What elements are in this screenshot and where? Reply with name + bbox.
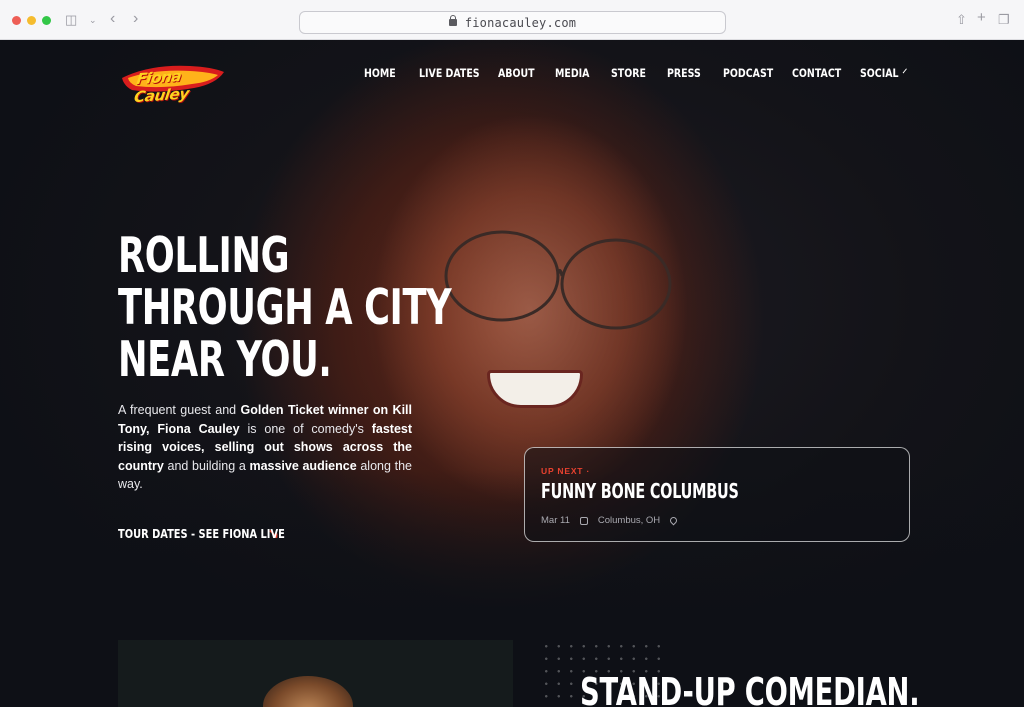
lock-icon: [448, 14, 457, 27]
new-tab-icon[interactable]: +: [977, 10, 986, 26]
tour-dates-label: TOUR DATES - SEE FIONA LIVE: [118, 527, 285, 541]
up-next-kicker: UP NEXT ·: [541, 466, 591, 476]
headline-line-3: NEAR YOU.: [118, 331, 332, 388]
ticket-icon: [579, 516, 588, 525]
nav-media[interactable]: MEDIA: [555, 66, 601, 80]
nav-live-dates[interactable]: LIVE DATES: [419, 66, 484, 80]
intro-bold: massive audience: [249, 458, 357, 473]
intro-text: is one of comedy's: [239, 421, 372, 436]
tour-dates-link[interactable]: TOUR DATES - SEE FIONA LIVE ↘: [118, 526, 285, 542]
main-nav: HOME LIVE DATES ABOUT MEDIA STORE PRESS …: [364, 66, 910, 80]
nav-home[interactable]: HOME: [364, 66, 409, 80]
intro-text: and building a: [163, 458, 250, 473]
logo-text: Fiona Cauley: [132, 67, 191, 107]
tab-overview-icon[interactable]: ❐: [998, 12, 1010, 28]
window-controls: [12, 16, 51, 25]
headline-line-1: ROLLING: [118, 227, 290, 284]
nav-podcast[interactable]: PODCAST: [723, 66, 780, 80]
hero-headline: ROLLING THROUGH A CITY NEAR YOU.: [118, 227, 452, 388]
back-icon[interactable]: ‹: [110, 11, 115, 27]
nav-about[interactable]: ABOUT: [498, 66, 545, 80]
headline-line-2: THROUGH A CITY: [118, 279, 452, 336]
nav-contact[interactable]: CONTACT: [792, 66, 848, 80]
hero-intro: A frequent guest and Golden Ticket winne…: [118, 401, 412, 494]
web-page: Fiona Cauley HOME LIVE DATES ABOUT MEDIA…: [0, 40, 1024, 707]
portrait-glasses: [444, 230, 672, 330]
nav-press[interactable]: PRESS: [667, 66, 713, 80]
nav-social-label: SOCIAL: [860, 66, 899, 80]
section-heading: STAND-UP COMEDIAN.: [580, 670, 920, 707]
photo-subject: [263, 676, 353, 707]
close-window-button[interactable]: [12, 16, 21, 25]
event-date: Mar 11: [541, 515, 570, 526]
up-next-title: FUNNY BONE COLUMBUS: [541, 479, 739, 503]
comedian-photo: [118, 640, 513, 707]
map-pin-icon: [668, 515, 679, 526]
sidebar-toggle-icon[interactable]: ◫: [65, 12, 77, 28]
nav-store[interactable]: STORE: [611, 66, 657, 80]
zoom-window-button[interactable]: [42, 16, 51, 25]
site-logo[interactable]: Fiona Cauley: [120, 62, 226, 106]
up-next-meta: Mar 11 Columbus, OH: [541, 515, 679, 526]
up-next-card[interactable]: UP NEXT · FUNNY BONE COLUMBUS Mar 11 Col…: [524, 447, 910, 542]
forward-icon[interactable]: ›: [133, 11, 138, 27]
event-location: Columbus, OH: [597, 515, 661, 526]
intro-text: A frequent guest and: [118, 403, 241, 417]
browser-toolbar: ◫ ⌄ ‹ › fionacauley.com ⇧ + ❐: [0, 0, 1024, 40]
share-icon[interactable]: ⇧: [956, 12, 967, 28]
url-text: fionacauley.com: [464, 15, 577, 30]
nav-social[interactable]: SOCIAL: [860, 66, 907, 80]
minimize-window-button[interactable]: [27, 16, 36, 25]
address-bar[interactable]: fionacauley.com: [299, 11, 726, 34]
chevron-down-icon: [902, 68, 907, 74]
chevron-down-icon[interactable]: ⌄: [89, 12, 97, 28]
